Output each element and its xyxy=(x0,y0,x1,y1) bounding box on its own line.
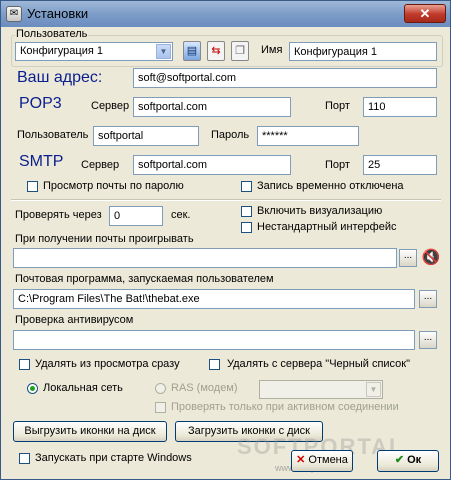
pop3-label: POP3 xyxy=(19,95,62,112)
check-only-active-checkbox[interactable] xyxy=(155,402,166,413)
pop3-port-label: Порт xyxy=(325,100,350,112)
play-on-mail-field[interactable] xyxy=(13,248,397,268)
user-group-title: Пользователь xyxy=(15,28,89,40)
separator xyxy=(11,199,441,201)
pop3-port-field[interactable]: 110 xyxy=(363,97,437,117)
run-at-startup-label: Запускать при старте Windows xyxy=(35,452,192,464)
delete-from-view-checkbox[interactable] xyxy=(19,359,30,370)
app-icon: ✉ xyxy=(6,6,22,22)
delete-from-server-label: Удалять с сервера "Черный список" xyxy=(227,358,410,370)
ras-modem-label: RAS (модем) xyxy=(171,382,238,394)
check-every-label: Проверять через xyxy=(15,209,102,221)
address-field[interactable]: soft@softportal.com xyxy=(133,68,437,88)
settings-window: ✉ Установки ✕ Пользователь Конфигурация … xyxy=(0,0,451,480)
check-every-unit: сек. xyxy=(171,209,191,221)
clipboard-icon[interactable]: ▤ xyxy=(183,41,201,61)
recording-disabled-checkbox[interactable] xyxy=(241,181,252,192)
cancel-button[interactable]: ✕ Отмена xyxy=(291,450,353,472)
mail-program-browse-button[interactable]: ... xyxy=(419,290,437,308)
pop3-server-field[interactable]: softportal.com xyxy=(133,97,291,117)
run-at-startup-checkbox[interactable] xyxy=(19,453,30,464)
config-select[interactable]: Конфигурация 1 ▼ xyxy=(15,42,173,61)
antivirus-label: Проверка антивирусом xyxy=(15,314,134,326)
export-icons-button[interactable]: Выгрузить иконки на диск xyxy=(13,421,167,442)
config-select-value: Конфигурация 1 xyxy=(20,45,103,57)
cancel-label: Отмена xyxy=(308,454,348,466)
ras-connection-select[interactable]: ▼ xyxy=(259,380,383,399)
nonstandard-interface-label: Нестандартный интерфейс xyxy=(257,221,397,233)
smtp-port-label: Порт xyxy=(325,159,350,171)
delete-from-server-checkbox[interactable] xyxy=(209,359,220,370)
swap-arrows-icon[interactable]: ⇆ xyxy=(207,41,225,61)
nonstandard-interface-checkbox[interactable] xyxy=(241,222,252,233)
smtp-server-field[interactable]: softportal.com xyxy=(133,155,291,175)
smtp-server-label: Сервер xyxy=(81,159,120,171)
view-by-password-label: Просмотр почты по паролю xyxy=(43,180,184,192)
recording-disabled-label: Запись временно отключена xyxy=(257,180,404,192)
address-label: Ваш адрес: xyxy=(17,69,103,86)
pop3-user-field[interactable]: softportal xyxy=(93,126,199,146)
view-by-password-checkbox[interactable] xyxy=(27,181,38,192)
antivirus-field[interactable] xyxy=(13,330,415,350)
dialog-body: Пользователь Конфигурация 1 ▼ ▤ ⇆ ❐ Имя … xyxy=(5,27,446,476)
mail-program-field[interactable]: C:\Program Files\The Bat!\thebat.exe xyxy=(13,289,415,309)
window-title: Установки xyxy=(27,6,89,21)
speaker-mute-icon[interactable]: 🔇 xyxy=(421,248,441,268)
local-network-radio[interactable] xyxy=(27,383,38,394)
name-label: Имя xyxy=(261,44,283,56)
checkmark-icon: ✔ xyxy=(394,454,405,466)
play-on-mail-browse-button[interactable]: ... xyxy=(399,249,417,267)
check-every-field[interactable]: 0 xyxy=(109,206,163,226)
smtp-label: SMTP xyxy=(19,153,64,170)
delete-from-view-label: Удалять из просмотра сразу xyxy=(35,358,180,370)
close-button[interactable]: ✕ xyxy=(404,4,446,23)
chevron-down-icon[interactable]: ▼ xyxy=(366,382,381,397)
ok-label: Ок xyxy=(407,454,422,466)
antivirus-browse-button[interactable]: ... xyxy=(419,331,437,349)
check-only-active-label: Проверять только при активном соединении xyxy=(171,401,399,413)
title-bar[interactable]: ✉ Установки ✕ xyxy=(1,1,450,27)
local-network-label: Локальная сеть xyxy=(43,382,123,394)
enable-visualization-checkbox[interactable] xyxy=(241,206,252,217)
ok-button[interactable]: ✔ Ок xyxy=(377,450,439,472)
cancel-icon: ✕ xyxy=(296,454,306,466)
pop3-server-label: Сервер xyxy=(91,100,130,112)
smtp-port-field[interactable]: 25 xyxy=(363,155,437,175)
pop3-user-label: Пользователь xyxy=(17,129,89,141)
pop3-password-label: Пароль xyxy=(211,129,250,141)
pop3-password-field[interactable]: ****** xyxy=(257,126,359,146)
ras-modem-radio[interactable] xyxy=(155,383,166,394)
name-field[interactable]: Конфигурация 1 xyxy=(289,42,437,61)
chevron-down-icon[interactable]: ▼ xyxy=(156,44,171,59)
copy-icon[interactable]: ❐ xyxy=(231,41,249,61)
mail-program-label: Почтовая программа, запускаемая пользова… xyxy=(15,273,274,285)
play-on-mail-label: При получении почты проигрывать xyxy=(15,233,194,245)
enable-visualization-label: Включить визуализацию xyxy=(257,205,383,217)
